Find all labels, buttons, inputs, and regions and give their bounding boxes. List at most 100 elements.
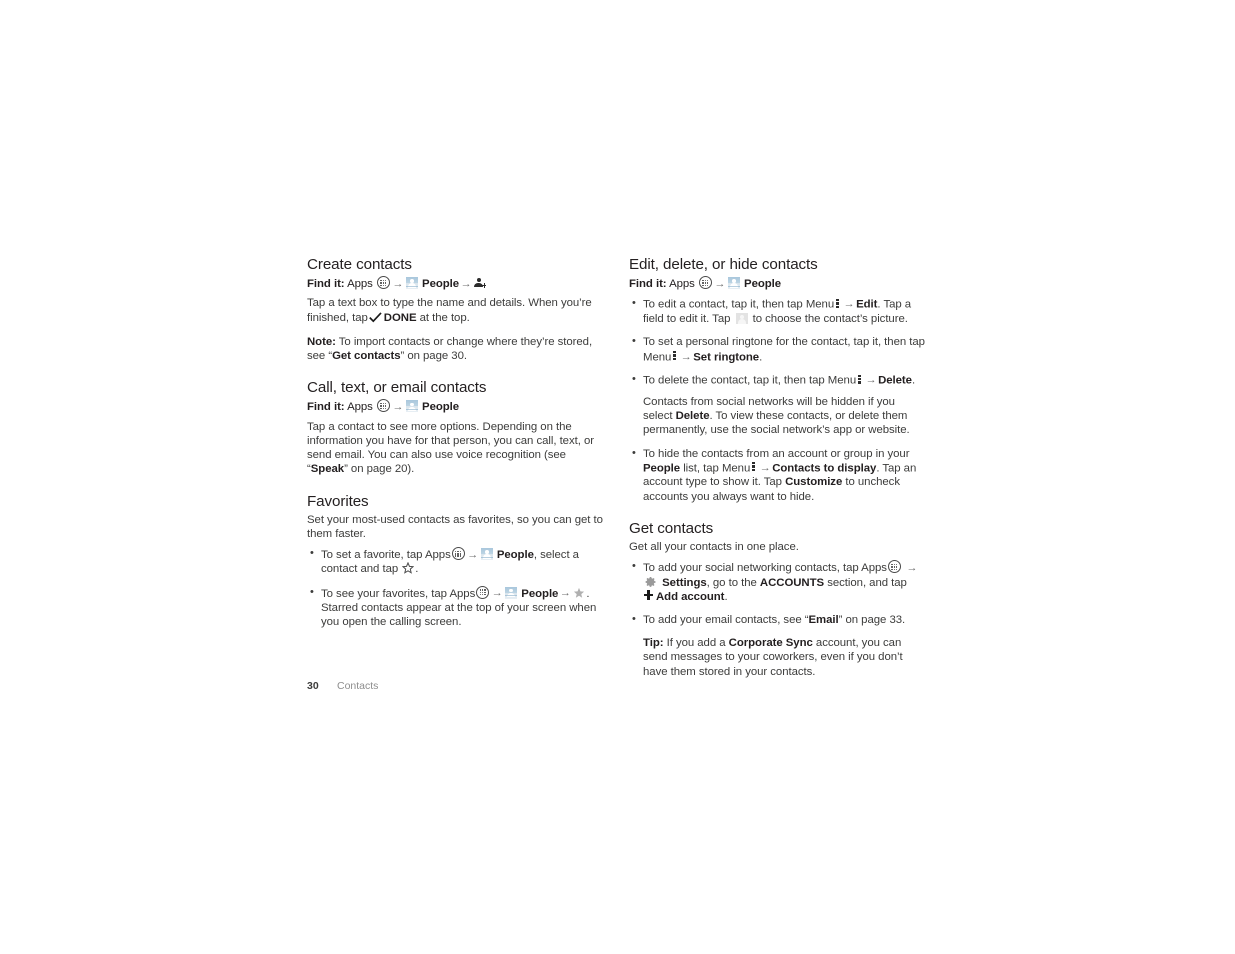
text-run-bold: Settings: [662, 576, 707, 589]
text-run: list, tap Menu: [683, 462, 751, 475]
text-run: If you add a: [666, 637, 726, 650]
findit-apps-label: Apps: [669, 278, 695, 291]
favorites-bullet-list: To set a favorite, tap Apps→ People, sel…: [307, 546, 603, 630]
star-filled-icon: [573, 587, 585, 599]
heading-get-contacts: Get contacts: [629, 519, 714, 537]
heading-edit-delete-hide: Edit, delete, or hide contacts: [629, 256, 818, 273]
settings-gear-icon: [645, 576, 657, 588]
text-run: at the top.: [419, 311, 470, 324]
arrow-separator: →: [460, 277, 472, 290]
section-favorites: Favorites Set your most-used contacts as…: [307, 493, 603, 630]
apps-grid-icon: [376, 276, 390, 290]
people-app-icon: [405, 277, 418, 290]
list-item: To add your email contacts, see “Email” …: [629, 612, 925, 627]
tip-item: Tip: If you add a Corporate Sync account…: [629, 636, 925, 679]
text-run-bold: Speak: [310, 463, 345, 476]
star-outline-icon: [402, 562, 415, 575]
list-item: To edit a contact, tap it, then tap Menu…: [629, 296, 925, 326]
findit-label: Find it:: [307, 401, 345, 414]
menu-overflow-icon: [673, 350, 677, 361]
arrow-separator: →: [843, 298, 855, 311]
get-contacts-bullet-list: To add your social networking contacts, …: [629, 559, 925, 679]
paragraph-call-text-email-body: Tap a contact to see more options. Depen…: [307, 420, 603, 477]
text-run-bold: Contacts to display: [772, 462, 877, 475]
text-run: To delete the contact, tap it, then tap …: [643, 374, 857, 387]
text-run: To hide the contacts from an account or …: [643, 447, 910, 460]
apps-grid-icon: [476, 585, 490, 599]
list-item: To set a favorite, tap Apps→ People, sel…: [307, 546, 603, 576]
findit-apps-label: Apps: [347, 278, 373, 291]
right-column: Edit, delete, or hide contacts Find it: …: [629, 256, 925, 679]
section-get-contacts: Get contacts Get all your contacts in on…: [629, 520, 925, 679]
text-run-bold: Get contacts: [332, 350, 401, 363]
page-footer: 30 Contacts: [307, 680, 378, 692]
list-item: To see your favorites, tap Apps→ People→…: [307, 585, 603, 630]
text-run-bold: People: [521, 587, 559, 600]
heading-create-contacts: Create contacts: [307, 256, 412, 273]
arrow-separator: →: [906, 561, 918, 574]
left-column: Create contacts Find it: Apps → People → …: [307, 256, 603, 629]
text-run-bold: Delete: [675, 410, 710, 423]
list-item: To add your social networking contacts, …: [629, 559, 925, 604]
text-run: Starred contacts appear at the top of yo…: [321, 601, 597, 628]
findit-people-label: People: [422, 401, 460, 414]
text-run: ” on page 33.: [838, 613, 906, 626]
check-icon: [368, 311, 382, 323]
text-run-bold: Corporate Sync: [728, 637, 813, 650]
note-label: Note:: [307, 335, 336, 348]
add-person-icon: [474, 277, 487, 289]
text-run-bold: ACCOUNTS: [759, 576, 825, 589]
text-run: ” on page 20).: [344, 463, 415, 476]
text-run: .: [759, 351, 763, 364]
menu-overflow-icon: [858, 374, 862, 385]
people-app-icon: [727, 277, 740, 290]
findit-label: Find it:: [629, 278, 667, 291]
findit-people-label: People: [744, 278, 782, 291]
text-run-bold: People: [643, 462, 681, 475]
text-run: .: [724, 590, 728, 603]
people-app-icon: [405, 400, 418, 413]
text-run: ” on page 30.: [400, 350, 467, 363]
people-app-icon: [480, 548, 493, 561]
findit-edit-delete-hide: Find it: Apps → People: [629, 276, 925, 291]
page-number: 30: [307, 680, 319, 692]
plus-icon: [643, 590, 654, 601]
arrow-separator: →: [714, 277, 726, 290]
apps-grid-icon: [376, 399, 390, 413]
text-run-bold: Delete: [878, 374, 912, 387]
heading-favorites: Favorites: [307, 492, 369, 510]
chapter-name: Contacts: [337, 680, 379, 692]
findit-apps-label: Apps: [347, 401, 373, 414]
text-run-bold: Set ringtone: [693, 351, 760, 364]
contact-photo-placeholder-icon: [735, 313, 748, 325]
text-run: To set a favorite, tap Apps: [321, 549, 451, 562]
text-run: .: [415, 563, 419, 576]
findit-call-text-email: Find it: Apps → People: [307, 399, 603, 414]
list-item: To hide the contacts from an account or …: [629, 446, 925, 504]
heading-call-text-email: Call, text, or email contacts: [307, 379, 487, 397]
findit-people-label: People: [422, 278, 460, 291]
menu-overflow-icon: [836, 298, 840, 309]
text-run: section, and tap: [827, 576, 907, 589]
text-run-bold: People: [496, 549, 534, 562]
text-run: To edit a contact, tap it, then tap Menu: [643, 298, 835, 311]
arrow-separator: →: [759, 461, 771, 474]
paragraph-create-contacts-body: Tap a text box to type the name and deta…: [307, 296, 603, 324]
arrow-separator: →: [865, 374, 877, 387]
text-run: To see your favorites, tap Apps: [321, 587, 476, 600]
section-edit-delete-hide: Edit, delete, or hide contacts Find it: …: [629, 256, 925, 504]
findit-label: Find it:: [307, 278, 345, 291]
text-run: To add your social networking contacts, …: [643, 562, 887, 575]
arrow-separator: →: [392, 400, 404, 413]
text-run: to choose the contact’s picture.: [752, 313, 908, 326]
text-run-bold: Edit: [856, 298, 878, 311]
apps-grid-icon: [698, 276, 712, 290]
section-create-contacts: Create contacts Find it: Apps → People → …: [307, 256, 603, 363]
paragraph-get-contacts-intro: Get all your contacts in one place.: [629, 541, 799, 554]
findit-create-contacts: Find it: Apps → People →: [307, 276, 603, 291]
paragraph-delete-note: Contacts from social networks will be hi…: [643, 395, 925, 438]
page-columns: Create contacts Find it: Apps → People → …: [307, 256, 925, 679]
text-run-bold: Customize: [785, 476, 843, 489]
list-item: To set a personal ringtone for the conta…: [629, 334, 925, 364]
text-run-bold: Email: [808, 613, 839, 626]
